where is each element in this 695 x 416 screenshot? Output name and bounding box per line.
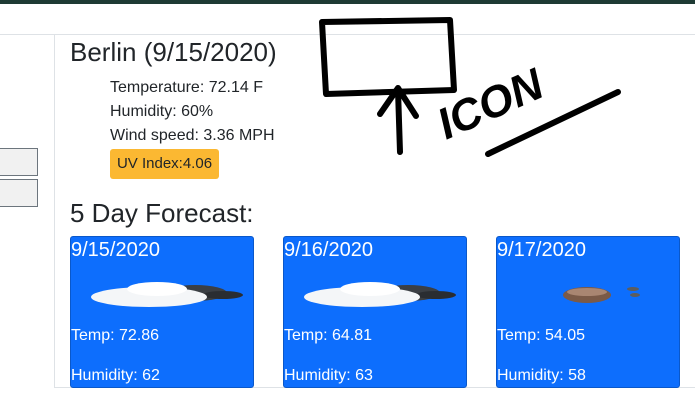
top-bar xyxy=(0,0,695,4)
forecast-card: 9/15/2020 Temp: 72.86 Humidity: 62 xyxy=(70,236,254,388)
forecast-temp: Temp: 64.81 xyxy=(284,327,373,344)
forecast-card: 9/16/2020 Temp: 64.81 Humidity: 63 xyxy=(283,236,467,388)
forecast-card: 9/17/2020 Temp: 54.05 Humidity: 58 xyxy=(496,236,680,388)
rain-icon xyxy=(563,287,640,303)
search-history-button[interactable] xyxy=(0,148,38,176)
wind-speed-text: Wind speed: 3.36 MPH xyxy=(110,127,275,144)
forecast-humidity: Humidity: 62 xyxy=(71,367,160,384)
forecast-date: 9/16/2020 xyxy=(284,239,373,261)
city-title: Berlin (9/15/2020) xyxy=(70,37,277,67)
search-history-button[interactable] xyxy=(0,179,38,207)
forecast-temp: Temp: 72.86 xyxy=(71,327,160,344)
temperature-text: Temperature: 72.14 F xyxy=(110,79,263,96)
forecast-humidity: Humidity: 63 xyxy=(284,367,373,384)
uv-index-badge: UV Index:4.06 xyxy=(110,149,219,179)
forecast-humidity: Humidity: 58 xyxy=(497,367,586,384)
arrow-up-icon xyxy=(377,85,419,155)
forecast-temp: Temp: 54.05 xyxy=(497,327,586,344)
annotation-box xyxy=(319,17,457,97)
icon-annotation-sketch: ICON xyxy=(319,17,621,157)
humidity-text: Humidity: 60% xyxy=(110,103,214,120)
cloudy-icon xyxy=(91,282,243,307)
forecast-title: 5 Day Forecast: xyxy=(70,198,254,228)
forecast-date: 9/15/2020 xyxy=(71,239,160,261)
forecast-date: 9/17/2020 xyxy=(497,239,586,261)
cloudy-icon xyxy=(304,282,456,307)
